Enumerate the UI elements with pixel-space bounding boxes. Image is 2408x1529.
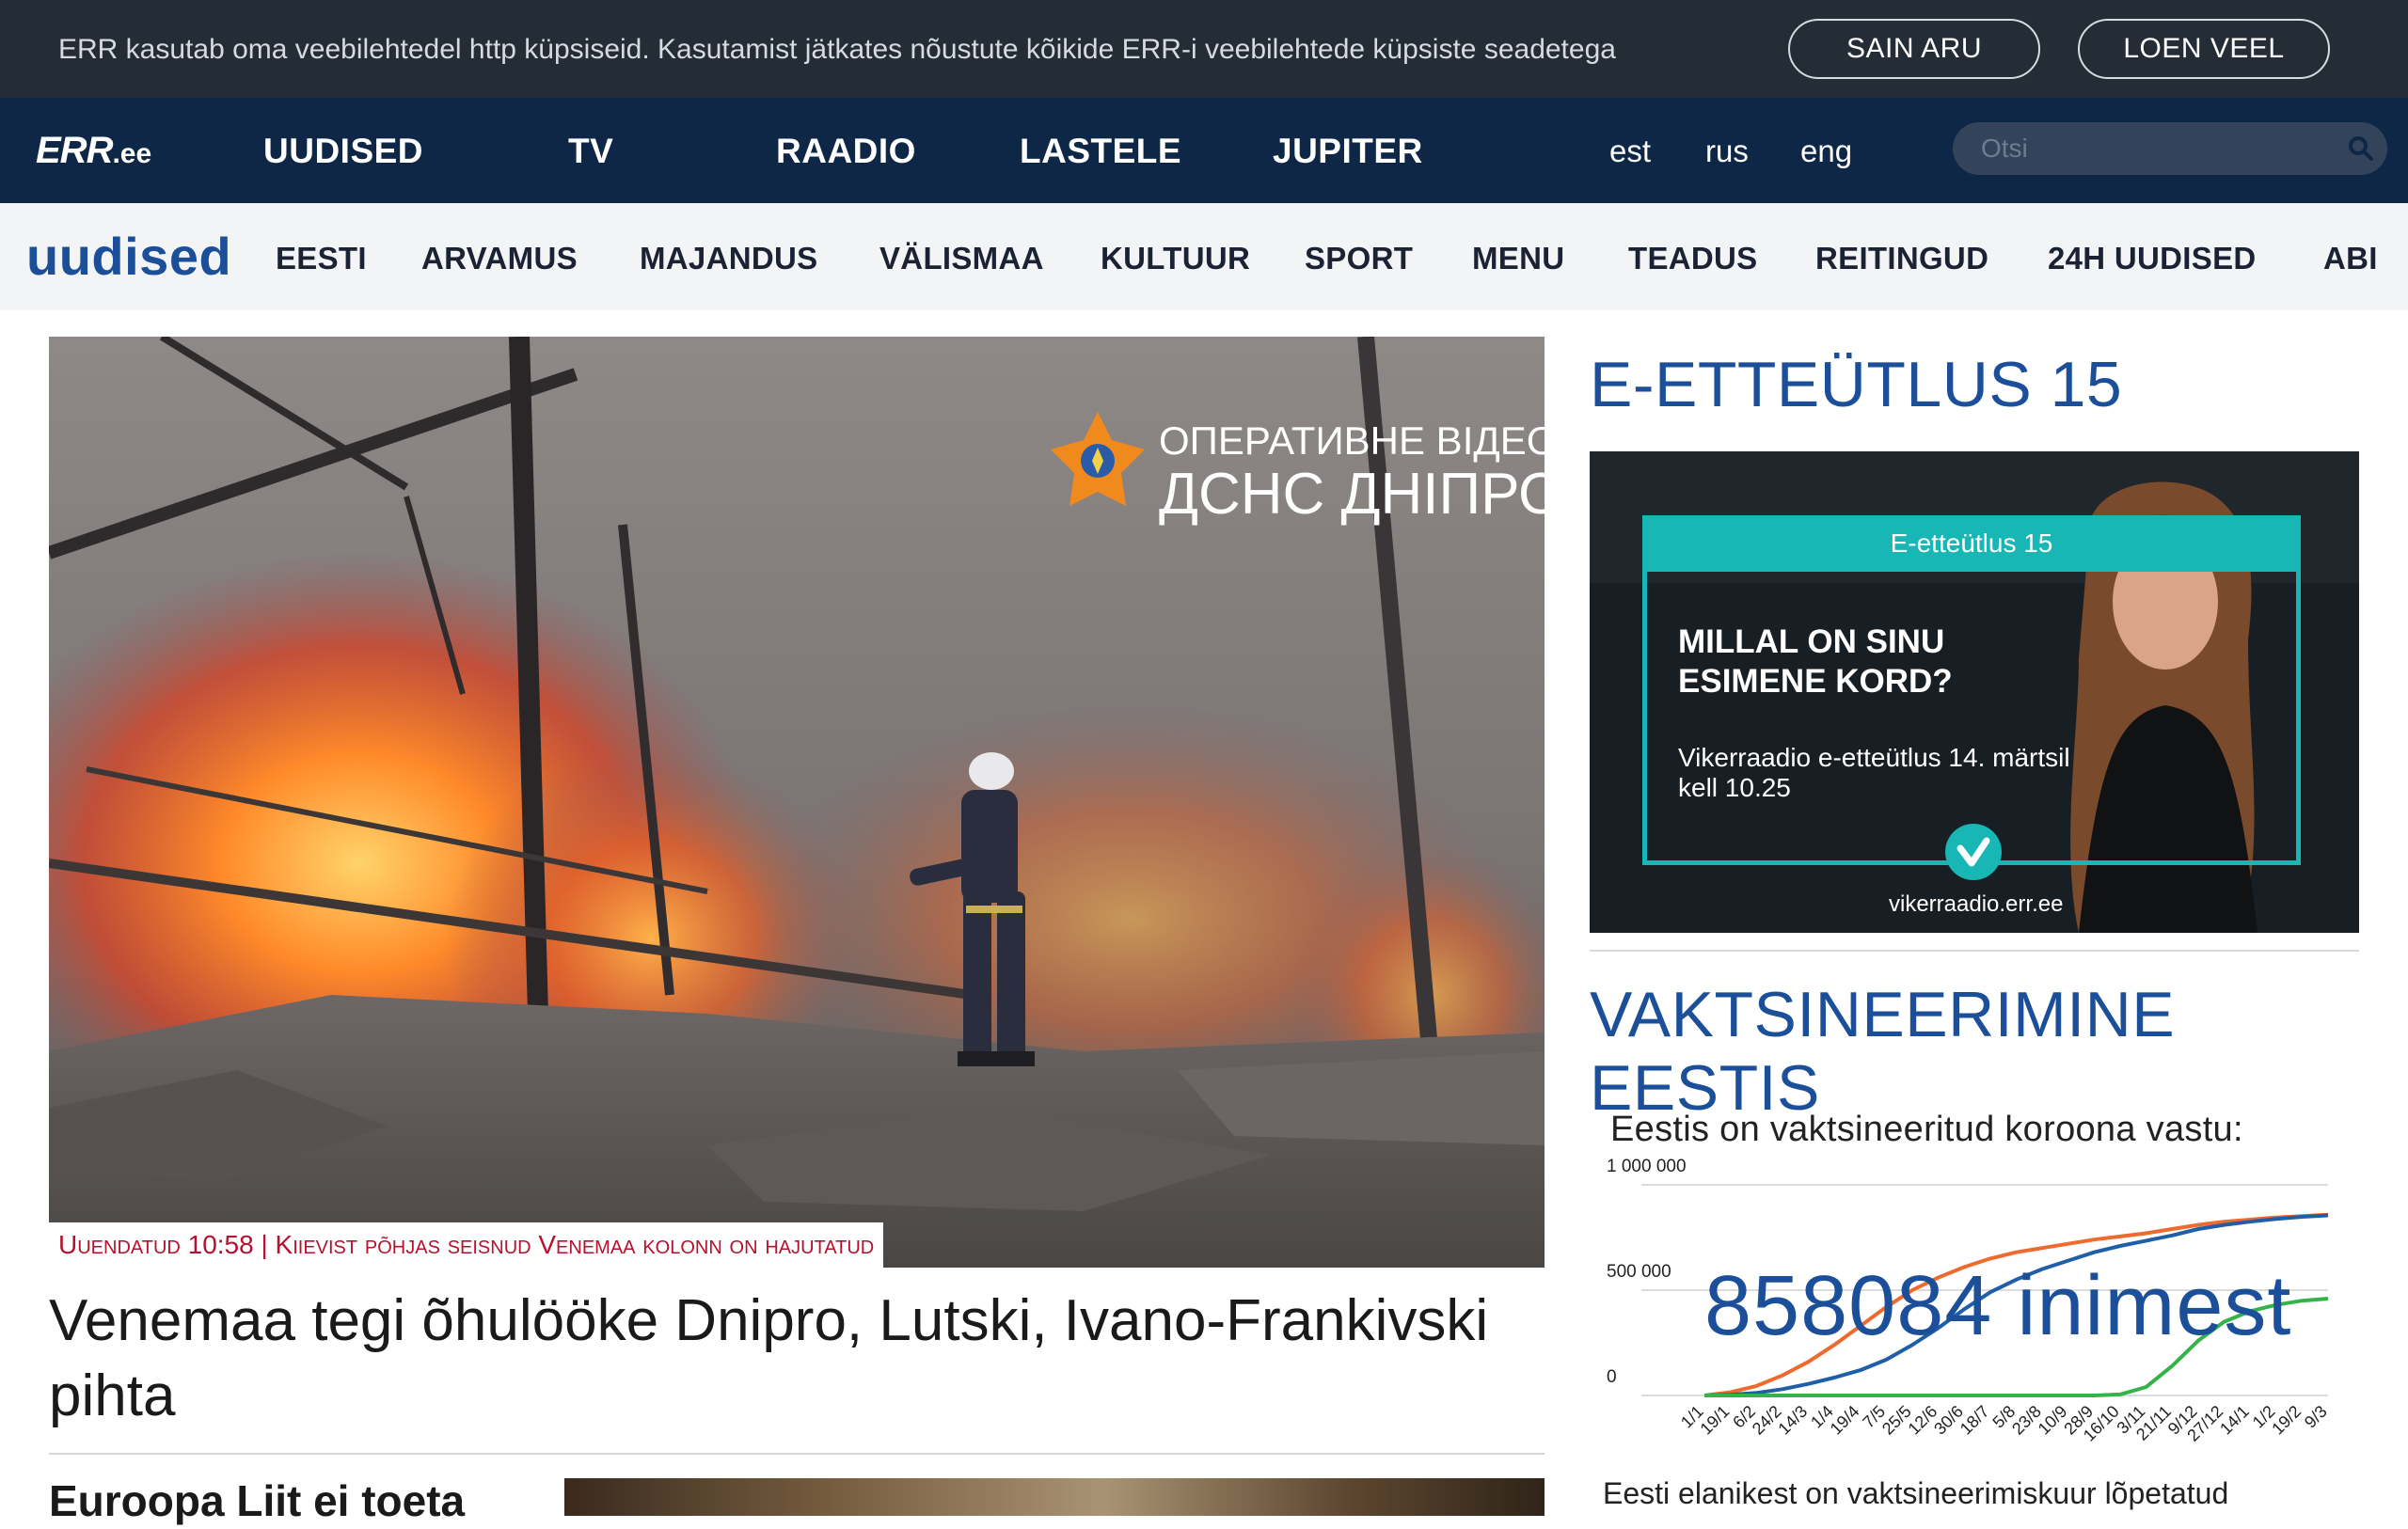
subnav-valismaa[interactable]: VÄLISMAA xyxy=(879,241,1044,276)
subnav-eesti[interactable]: EESTI xyxy=(276,241,367,276)
lang-est[interactable]: est xyxy=(1609,134,1651,169)
cookie-notice-text: ERR kasutab oma veebilehtedel http küpsi… xyxy=(58,34,1616,65)
lang-rus[interactable]: rus xyxy=(1705,134,1749,169)
lang-eng[interactable]: eng xyxy=(1800,134,1852,169)
promo-title[interactable]: E-ETTEÜTLUS 15 xyxy=(1590,348,2122,421)
subnav-majandus[interactable]: MAJANDUS xyxy=(640,241,817,276)
second-article-headline[interactable]: Euroopa Liit ei toeta xyxy=(49,1473,465,1529)
subnav-reitingud[interactable]: REITINGUD xyxy=(1815,241,1988,276)
subnav-abi[interactable]: ABI xyxy=(2323,241,2378,276)
subnav-24h-uudised[interactable]: 24H UUDISED xyxy=(2048,241,2257,276)
promo-tab: E-etteütlus 15 xyxy=(1642,515,2301,572)
subnav-teadus[interactable]: TEADUS xyxy=(1628,241,1757,276)
chart-y-tick-label: 0 xyxy=(1607,1367,1617,1387)
promo-question: MILLAL ON SINU ESIMENE KORD? xyxy=(1678,623,1953,700)
chart-x-tick-label: 19/2 xyxy=(2268,1402,2305,1439)
subnav-menu[interactable]: MENU xyxy=(1472,241,1564,276)
cookie-agree-button[interactable]: SAIN ARU xyxy=(1788,19,2040,79)
err-logo[interactable]: ERR.ee xyxy=(36,130,151,172)
promo-subtitle: Vikerraadio e-etteütlus 14. märtsil kell… xyxy=(1678,743,2070,802)
vaccination-title[interactable]: VAKTSINEERIMINE EESTIS xyxy=(1590,978,2408,1125)
cookie-bar: ERR kasutab oma veebilehtedel http küpsi… xyxy=(0,0,2408,98)
nav-lastele[interactable]: LASTELE xyxy=(1020,132,1181,171)
section-navigation: uudised EESTI ARVAMUS MAJANDUS VÄLISMAA … xyxy=(0,203,2408,310)
vaccination-footnote: Eesti elanikest on vaktsineerimiskuur lõ… xyxy=(1603,1476,2229,1510)
vaccination-lead: Eestis on vaktsineeritud koroona vastu: xyxy=(1610,1110,2243,1149)
chart-x-tick-label: 19/1 xyxy=(1697,1402,1734,1439)
cookie-read-more-button[interactable]: LOEN VEEL xyxy=(2078,19,2330,79)
subnav-arvamus[interactable]: ARVAMUS xyxy=(421,241,578,276)
search-input[interactable] xyxy=(1981,134,2338,164)
sidebar-divider xyxy=(1590,950,2359,952)
vikerraadio-logo-icon xyxy=(1945,824,2002,880)
chart-x-tick-label: 14/1 xyxy=(2216,1402,2253,1439)
promo-banner[interactable]: E-etteütlus 15 MILLAL ON SINU ESIMENE KO… xyxy=(1590,451,2359,933)
search-icon[interactable] xyxy=(2346,134,2376,164)
nav-raadio[interactable]: RAADIO xyxy=(776,132,916,171)
second-article-thumbnail[interactable] xyxy=(564,1478,1545,1516)
logo-suffix: .ee xyxy=(112,138,152,169)
search-box xyxy=(1953,122,2387,175)
chart-x-tick-label: 18/7 xyxy=(1956,1402,1993,1439)
hero-watermark-line-2: ДСНС ДНІПРО xyxy=(1159,462,1545,527)
subnav-sport[interactable]: SPORT xyxy=(1305,241,1413,276)
section-brand-uudised[interactable]: uudised xyxy=(26,226,231,287)
vaccination-count: 858084 inimest xyxy=(1704,1259,2292,1353)
chart-x-tick-label: 14/3 xyxy=(1774,1402,1811,1439)
hero-watermark-line-1: ОПЕРАТИВНЕ ВІДЕО xyxy=(1159,418,1545,463)
hero-image[interactable]: ОПЕРАТИВНЕ ВІДЕО ДСНС ДНІПРО xyxy=(49,337,1545,1268)
hero-caption[interactable]: Uuendatud 10:58 | Kiievist põhjas seisnu… xyxy=(49,1222,884,1268)
chart-x-tick-label: 19/4 xyxy=(1827,1402,1863,1439)
chart-y-tick-label: 500 000 xyxy=(1607,1262,1671,1282)
chart-y-tick-label: 1 000 000 xyxy=(1607,1157,1687,1176)
chart-x-tick-label: 9/3 xyxy=(2301,1402,2331,1432)
nav-tv[interactable]: TV xyxy=(568,132,613,171)
main-headline[interactable]: Venemaa tegi õhulööke Dnipro, Lutski, Iv… xyxy=(49,1284,1545,1434)
promo-url: vikerraadio.err.ee xyxy=(1889,891,2064,917)
logo-main: ERR xyxy=(36,130,113,171)
subnav-kultuur[interactable]: KULTUUR xyxy=(1101,241,1250,276)
main-navigation: ERR.ee UUDISED TV RAADIO LASTELE JUPITER… xyxy=(0,98,2408,203)
article-divider xyxy=(49,1453,1545,1455)
hero-fire-photo: ОПЕРАТИВНЕ ВІДЕО ДСНС ДНІПРО xyxy=(49,337,1545,1268)
nav-jupiter[interactable]: JUPITER xyxy=(1273,132,1423,171)
nav-uudised[interactable]: UUDISED xyxy=(263,132,423,171)
